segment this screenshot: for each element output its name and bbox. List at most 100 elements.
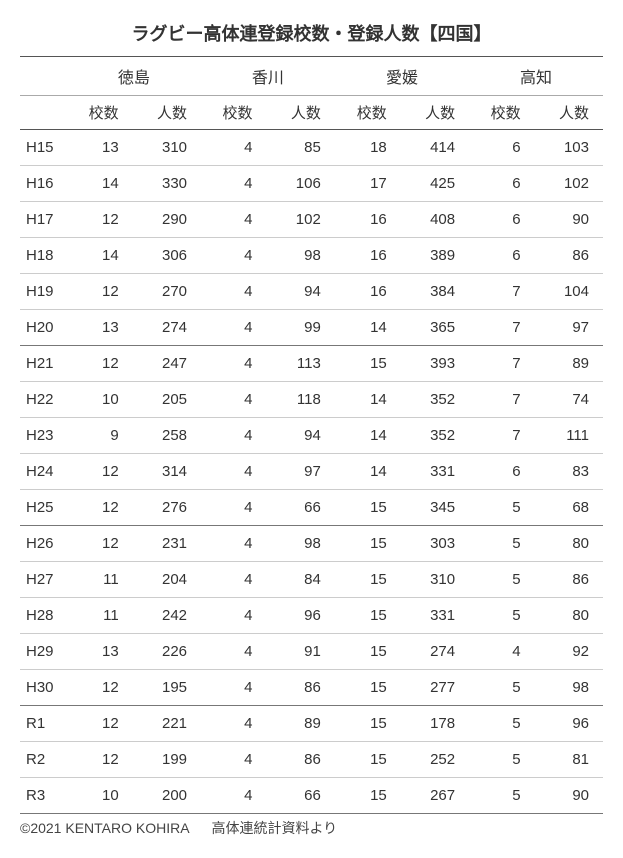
year-cell: H15 [20, 130, 67, 166]
value-cell: 414 [401, 130, 469, 166]
value-cell: 94 [267, 418, 335, 454]
value-cell: 15 [335, 706, 401, 742]
value-cell: 66 [267, 490, 335, 526]
table-row: H1712290410216408690 [20, 202, 603, 238]
value-cell: 96 [267, 598, 335, 634]
value-cell: 4 [201, 706, 266, 742]
value-cell: 16 [335, 238, 401, 274]
value-cell: 102 [535, 166, 603, 202]
value-cell: 68 [535, 490, 603, 526]
value-cell: 178 [401, 706, 469, 742]
value-cell: 4 [201, 310, 266, 346]
table-row: H2210205411814352774 [20, 382, 603, 418]
table-row: R11222148915178596 [20, 706, 603, 742]
value-cell: 66 [267, 778, 335, 814]
value-cell: 4 [201, 418, 266, 454]
value-cell: 7 [469, 274, 534, 310]
value-cell: 7 [469, 418, 534, 454]
value-cell: 290 [133, 202, 201, 238]
year-cell: H27 [20, 562, 67, 598]
value-cell: 4 [201, 742, 266, 778]
value-cell: 6 [469, 166, 534, 202]
sub-0-people: 人数 [133, 96, 201, 130]
value-cell: 15 [335, 670, 401, 706]
value-cell: 15 [335, 490, 401, 526]
table-row: H261223149815303580 [20, 526, 603, 562]
table-row: R31020046615267590 [20, 778, 603, 814]
value-cell: 80 [535, 598, 603, 634]
value-cell: 4 [201, 454, 266, 490]
value-cell: 12 [67, 346, 133, 382]
value-cell: 113 [267, 346, 335, 382]
table-row: H241231449714331683 [20, 454, 603, 490]
value-cell: 4 [469, 634, 534, 670]
table-row: H281124249615331580 [20, 598, 603, 634]
value-cell: 98 [267, 526, 335, 562]
table-row: H1513310485184146103 [20, 130, 603, 166]
value-cell: 16 [335, 202, 401, 238]
value-cell: 86 [267, 742, 335, 778]
value-cell: 12 [67, 490, 133, 526]
value-cell: 14 [335, 418, 401, 454]
value-cell: 4 [201, 346, 266, 382]
value-cell: 106 [267, 166, 335, 202]
year-cell: H29 [20, 634, 67, 670]
year-cell: H16 [20, 166, 67, 202]
value-cell: 6 [469, 130, 534, 166]
value-cell: 14 [335, 310, 401, 346]
value-cell: 14 [67, 166, 133, 202]
source-text: 高体連統計資料より [211, 820, 337, 836]
year-cell: H18 [20, 238, 67, 274]
value-cell: 7 [469, 310, 534, 346]
value-cell: 83 [535, 454, 603, 490]
value-cell: 270 [133, 274, 201, 310]
value-cell: 86 [535, 562, 603, 598]
year-cell: H25 [20, 490, 67, 526]
table-row: H271120448415310586 [20, 562, 603, 598]
value-cell: 195 [133, 670, 201, 706]
value-cell: 9 [67, 418, 133, 454]
value-cell: 84 [267, 562, 335, 598]
table-row: H251227646615345568 [20, 490, 603, 526]
year-cell: R2 [20, 742, 67, 778]
value-cell: 4 [201, 562, 266, 598]
sub-3-schools: 校数 [469, 96, 534, 130]
value-cell: 13 [67, 310, 133, 346]
value-cell: 17 [335, 166, 401, 202]
value-cell: 89 [535, 346, 603, 382]
value-cell: 118 [267, 382, 335, 418]
page-title: ラグビー高体連登録校数・登録人数【四国】 [20, 20, 603, 46]
value-cell: 4 [201, 778, 266, 814]
table-row: H291322649115274492 [20, 634, 603, 670]
prefecture-header-row: 徳島 香川 愛媛 高知 [20, 57, 603, 96]
value-cell: 204 [133, 562, 201, 598]
value-cell: 86 [267, 670, 335, 706]
value-cell: 6 [469, 202, 534, 238]
value-cell: 12 [67, 706, 133, 742]
value-cell: 303 [401, 526, 469, 562]
value-cell: 393 [401, 346, 469, 382]
value-cell: 352 [401, 418, 469, 454]
value-cell: 15 [335, 562, 401, 598]
table-row: H2112247411315393789 [20, 346, 603, 382]
value-cell: 4 [201, 166, 266, 202]
value-cell: 408 [401, 202, 469, 238]
value-cell: 11 [67, 562, 133, 598]
value-cell: 5 [469, 562, 534, 598]
value-cell: 90 [535, 778, 603, 814]
year-cell: H21 [20, 346, 67, 382]
value-cell: 80 [535, 526, 603, 562]
value-cell: 226 [133, 634, 201, 670]
value-cell: 15 [335, 526, 401, 562]
value-cell: 14 [67, 238, 133, 274]
year-cell: R1 [20, 706, 67, 742]
value-cell: 99 [267, 310, 335, 346]
year-cell: R3 [20, 778, 67, 814]
value-cell: 310 [401, 562, 469, 598]
value-cell: 5 [469, 598, 534, 634]
value-cell: 258 [133, 418, 201, 454]
value-cell: 81 [535, 742, 603, 778]
value-cell: 85 [267, 130, 335, 166]
value-cell: 4 [201, 526, 266, 562]
value-cell: 102 [267, 202, 335, 238]
